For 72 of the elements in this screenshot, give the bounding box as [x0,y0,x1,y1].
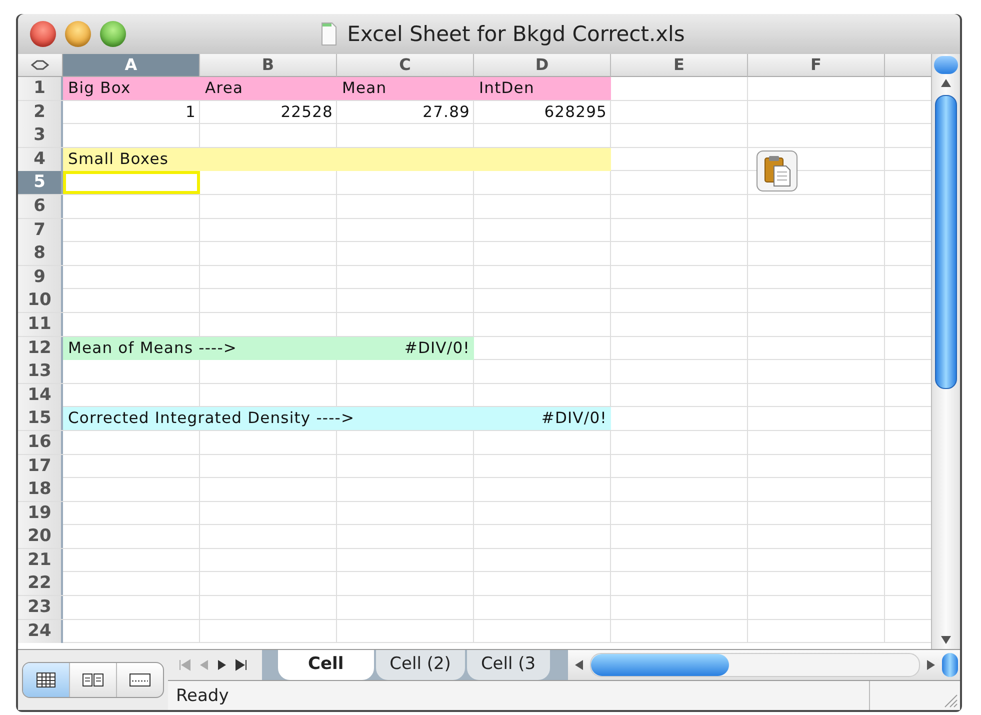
next-sheet-icon[interactable] [216,659,228,671]
row-header[interactable]: 18 [18,478,63,502]
cell-text: Big Box [67,78,131,99]
row-header[interactable]: 11 [18,312,63,336]
grid-icon [36,672,56,688]
column-header[interactable]: D [474,54,611,77]
row-header[interactable]: 5 [18,171,63,194]
horizontal-scrollbar-thumb[interactable] [591,654,729,676]
row-header[interactable]: 9 [18,266,63,289]
cell-text: Small Boxes [67,148,169,170]
sheet-tab[interactable]: Cell (2) [376,650,465,680]
cell-text: Mean [341,78,387,99]
row-header[interactable]: 1 [18,77,63,100]
column-header[interactable]: C [337,54,474,77]
scroll-right-arrow-icon[interactable] [926,659,936,671]
cell-text: 22528 [280,102,334,123]
cell-text: Corrected Integrated Density ----> [67,408,355,430]
sheet-tab[interactable]: Cell (3 [466,650,550,680]
cell-text: 628295 [544,102,608,123]
column-header[interactable]: A [63,54,200,77]
column-header[interactable]: E [611,54,748,77]
sheet-tab[interactable]: Cell [278,650,374,680]
select-all-button[interactable] [18,54,63,77]
row-header[interactable]: 15 [18,407,63,430]
row-header[interactable]: 22 [18,572,63,596]
cell-text: 27.89 [422,102,471,123]
column-header[interactable]: B [200,54,337,77]
page-break-icon [129,672,151,688]
active-cell-cursor[interactable] [63,171,200,194]
select-all-icon [31,60,49,70]
resize-grip-icon[interactable] [942,692,958,708]
split-handle[interactable] [942,653,958,677]
cell-text: 1 [186,102,197,123]
row-header[interactable]: 3 [18,124,63,148]
status-text: Ready [175,686,229,706]
row-header[interactable]: 17 [18,454,63,478]
minimize-button[interactable] [65,21,91,47]
zoom-button[interactable] [100,21,126,47]
row-header[interactable]: 19 [18,502,63,525]
cell-text: #DIV/0! [404,338,471,359]
row-header[interactable]: 14 [18,384,63,407]
vertical-scrollbar-thumb[interactable] [935,95,958,389]
cell-text: Area [204,78,244,99]
scroll-left-arrow-icon[interactable] [574,659,584,671]
row-header[interactable]: 4 [18,148,63,171]
row-header[interactable]: 21 [18,548,63,572]
row-header[interactable]: 23 [18,596,63,620]
row-header[interactable]: 13 [18,360,63,384]
row-header[interactable]: 7 [18,218,63,242]
row-header[interactable]: 16 [18,430,63,454]
scroll-down-arrow-icon[interactable] [940,635,952,645]
close-button[interactable] [30,21,56,47]
two-pages-icon [82,672,104,688]
column-header[interactable]: F [748,54,885,77]
split-handle[interactable] [934,56,958,74]
cell-text: IntDen [478,78,534,99]
cell-text: #DIV/0! [541,408,608,430]
row-header[interactable]: 2 [18,100,63,124]
row-header[interactable]: 6 [18,194,63,218]
clipboard-icon[interactable] [756,150,798,192]
normal-view-button[interactable] [23,663,70,697]
cell-text: Mean of Means ----> [67,338,238,359]
document-icon [321,22,338,46]
row-header[interactable]: 20 [18,525,63,548]
window-title: Excel Sheet for Bkgd Correct.xls [347,22,685,46]
scroll-up-arrow-icon[interactable] [940,78,952,88]
view-switcher[interactable] [22,662,164,698]
row-header[interactable]: 8 [18,242,63,266]
row-header[interactable]: 12 [18,336,63,360]
row-header[interactable]: 24 [18,620,63,643]
row-header[interactable]: 10 [18,289,63,312]
last-sheet-icon[interactable] [234,659,248,671]
